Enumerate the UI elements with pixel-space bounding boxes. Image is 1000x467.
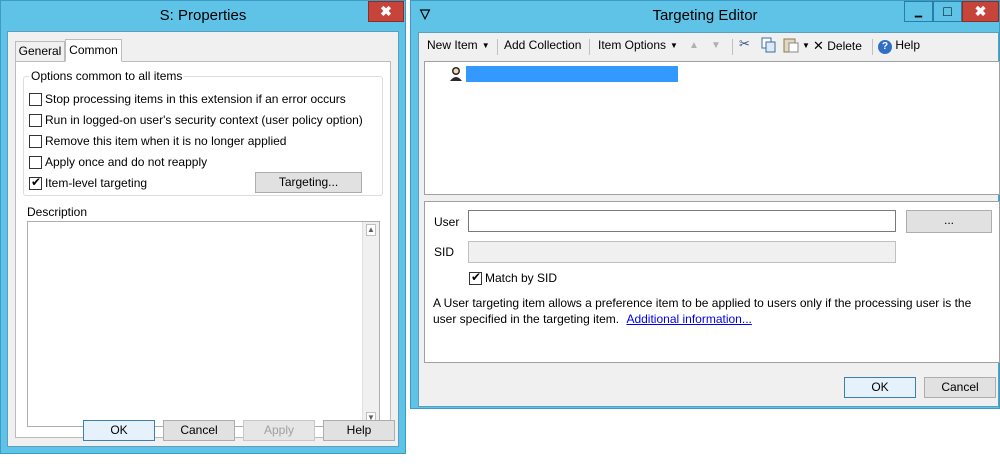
chevron-down-icon: ▼	[481, 41, 490, 50]
option-label-0: Stop processing items in this extension …	[45, 92, 346, 106]
options-group-label: Options common to all items	[29, 69, 185, 83]
editor-close-button[interactable]: ✖	[962, 1, 999, 22]
toolbar-separator	[732, 39, 733, 55]
help-toolbar-button[interactable]: ? Help	[878, 38, 920, 54]
delete-label: Delete	[827, 39, 862, 53]
cut-icon[interactable]: ✂	[739, 36, 750, 52]
option-checkbox-0[interactable]	[29, 93, 42, 106]
tab-page-common: Options common to all items Stop process…	[15, 61, 391, 438]
browse-button[interactable]: ...	[906, 210, 992, 233]
move-down-icon[interactable]: ▼	[711, 40, 721, 51]
toolbar-separator	[589, 39, 590, 55]
targeting-editor-window: ▽ Targeting Editor ▁ □ ✖ New Item ▼ Add C…	[410, 0, 1000, 409]
user-label: User	[434, 215, 460, 229]
option-label-3: Apply once and do not reapply	[45, 155, 208, 169]
properties-window: S: Properties ✖ General Common Options c…	[0, 0, 406, 454]
option-label-2: Remove this item when it is no longer ap…	[45, 134, 287, 148]
editor-titlebar[interactable]: ▽ Targeting Editor ▁ □ ✖	[411, 1, 999, 31]
option-checkbox-4[interactable]	[29, 175, 42, 190]
item-options-button[interactable]: Item Options ▼	[598, 38, 678, 52]
chevron-down-icon[interactable]: ▼	[802, 41, 810, 50]
paste-icon[interactable]	[783, 37, 801, 56]
option-checkbox-2[interactable]	[29, 135, 42, 148]
delete-icon: ✕	[813, 38, 824, 53]
tab-common-label: Common	[69, 43, 118, 57]
editor-ok-button[interactable]: OK	[844, 377, 916, 398]
toolbar-separator	[497, 39, 498, 55]
chevron-down-icon: ▼	[670, 41, 678, 50]
sid-input[interactable]	[468, 241, 896, 263]
properties-titlebar[interactable]: S: Properties ✖	[1, 1, 405, 31]
additional-information-link[interactable]: Additional information...	[626, 312, 751, 326]
help-button[interactable]: Help	[323, 420, 395, 441]
info-text-block: A User targeting item allows a preferenc…	[433, 295, 981, 327]
add-collection-button[interactable]: Add Collection	[504, 38, 581, 52]
copy-icon[interactable]	[761, 37, 777, 56]
apply-button[interactable]: Apply	[243, 420, 315, 441]
move-up-icon[interactable]: ▲	[689, 40, 699, 51]
toolbar-separator	[872, 39, 873, 55]
maximize-button[interactable]: □	[933, 1, 962, 22]
option-label-1: Run in logged-on user's security context…	[45, 113, 363, 127]
editor-toolbar: New Item ▼ Add Collection Item Options ▼ ▲…	[419, 33, 998, 60]
user-icon	[449, 66, 463, 85]
properties-pane: User ... SID Match by SID A User targeti…	[424, 201, 1000, 363]
targeting-button[interactable]: Targeting...	[255, 172, 362, 193]
close-icon: ✖	[974, 3, 987, 19]
match-by-sid-checkbox[interactable]	[469, 270, 482, 285]
editor-cancel-button[interactable]: Cancel	[924, 377, 996, 398]
scroll-up-icon[interactable]: ▲	[366, 224, 376, 236]
sid-label: SID	[434, 245, 455, 259]
targeting-tree[interactable]: the user is (SID match)	[424, 61, 1000, 195]
help-icon: ?	[878, 40, 892, 54]
minimize-icon: ▁	[915, 7, 922, 17]
close-button[interactable]: ✖	[368, 1, 404, 22]
help-label: Help	[895, 38, 921, 52]
tree-item[interactable]: the user is (SID match)	[466, 66, 679, 97]
properties-title: S: Properties	[159, 7, 247, 24]
ok-button[interactable]: OK	[83, 420, 155, 441]
tab-general-label: General	[18, 44, 62, 58]
description-label: Description	[27, 205, 88, 219]
new-item-label: New Item	[427, 38, 478, 52]
new-item-button[interactable]: New Item ▼	[427, 38, 490, 52]
description-textarea[interactable]: ▲ ▼	[27, 221, 380, 427]
option-label-4: Item-level targeting	[45, 176, 148, 190]
option-checkbox-1[interactable]	[29, 114, 42, 127]
minimize-button[interactable]: ▁	[904, 1, 933, 22]
tab-common[interactable]: Common	[65, 39, 122, 62]
editor-client: New Item ▼ Add Collection Item Options ▼ ▲…	[418, 32, 1000, 407]
tab-general[interactable]: General	[15, 41, 65, 61]
match-by-sid-label: Match by SID	[485, 271, 558, 285]
close-icon: ✖	[380, 3, 392, 19]
tree-item-label: the user is (SID match)	[495, 83, 676, 97]
delete-button[interactable]: ✕ Delete	[813, 38, 862, 54]
cancel-button[interactable]: Cancel	[163, 420, 235, 441]
properties-client: General Common Options common to all ite…	[7, 31, 399, 447]
maximize-icon: □	[943, 3, 952, 19]
option-checkbox-3[interactable]	[29, 156, 42, 169]
user-input[interactable]	[468, 210, 896, 232]
description-scrollbar[interactable]: ▲ ▼	[362, 222, 379, 426]
item-options-label: Item Options	[598, 38, 667, 52]
